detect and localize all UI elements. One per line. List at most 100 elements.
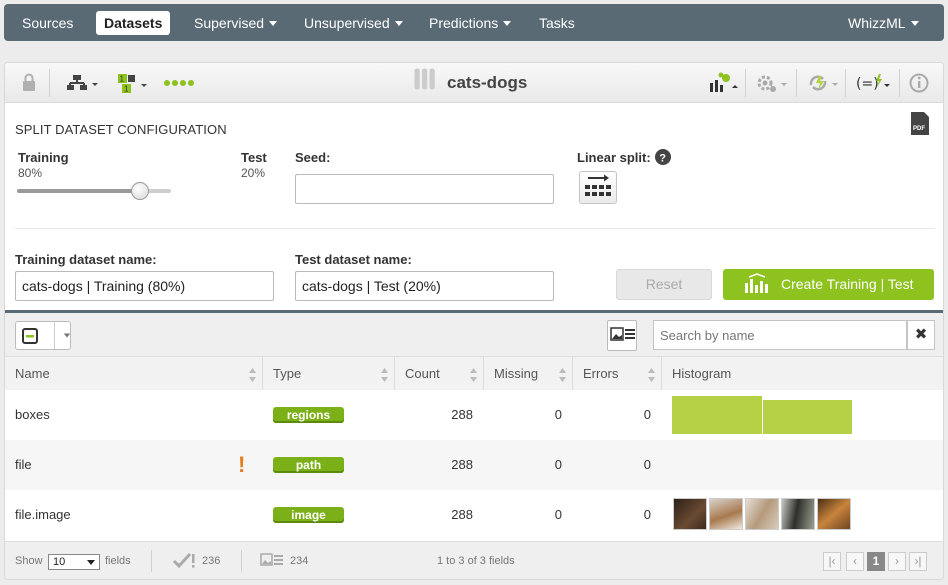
field-type-icon — [22, 328, 38, 344]
field-type-badge: path — [273, 457, 344, 473]
image-thumbnail[interactable] — [781, 498, 815, 530]
field-errors: 0 — [643, 507, 651, 522]
training-label: Training — [18, 150, 69, 165]
test-name-input[interactable] — [295, 271, 554, 301]
field-type-badge: regions — [273, 407, 344, 423]
nav-predictions[interactable]: Predictions — [421, 11, 519, 35]
image-thumbnail[interactable] — [673, 498, 707, 530]
chevron-down-icon — [394, 21, 403, 26]
nav-unsupervised[interactable]: Unsupervised — [296, 11, 411, 35]
previous-page-button[interactable]: ‹ — [846, 552, 864, 571]
histogram-bar[interactable] — [763, 400, 852, 434]
svg-text:?: ? — [659, 153, 666, 165]
page-title: cats-dogs — [447, 73, 528, 92]
nav-datasets[interactable]: Datasets — [96, 11, 171, 35]
field-missing: 0 — [554, 407, 562, 422]
field-missing: 0 — [554, 507, 562, 522]
image-thumbnail[interactable] — [709, 498, 743, 530]
chevron-down-icon — [63, 333, 71, 338]
linear-split-icon — [585, 174, 611, 196]
chevron-down-icon — [87, 560, 95, 565]
first-page-icon: |‹ — [828, 554, 836, 568]
search-input[interactable] — [653, 320, 907, 350]
model-tree-icon[interactable] — [65, 71, 101, 95]
nav-whizzml[interactable]: WhizzML — [840, 11, 927, 35]
svg-text:PDF: PDF — [913, 126, 925, 132]
field-missing: 0 — [554, 457, 562, 472]
footer-divider — [151, 550, 152, 572]
grid-toolbar: ✖ — [5, 313, 943, 357]
next-page-button[interactable]: › — [888, 552, 906, 571]
model-chart-icon[interactable] — [707, 71, 741, 95]
create-button-label: Create Training | Test — [781, 276, 914, 292]
first-page-button[interactable]: |‹ — [823, 552, 841, 571]
dataset-panel: 1 1 cats-dogs (=) SPLIT DATASET CONFIGUR… — [4, 62, 944, 580]
pdf-icon[interactable]: PDF — [909, 112, 931, 136]
nav-supervised[interactable]: Supervised — [186, 11, 285, 35]
info-icon[interactable] — [909, 71, 931, 95]
fields-label: fields — [105, 555, 131, 567]
image-thumbnail[interactable] — [745, 498, 779, 530]
training-percentage: 80% — [18, 166, 43, 180]
section-title: SPLIT DATASET CONFIGURATION — [15, 122, 227, 137]
top-nav: Sources Datasets Supervised Unsupervised… — [4, 4, 944, 41]
linear-split-label: Linear split: — [577, 150, 651, 165]
show-label: Show — [15, 555, 43, 567]
split-slider-handle[interactable] — [131, 182, 150, 200]
reset-button[interactable]: Reset — [616, 269, 712, 300]
svg-text:1: 1 — [120, 75, 125, 84]
sync-lightning-icon[interactable] — [805, 71, 841, 95]
page-size-select[interactable]: 10 — [48, 554, 100, 570]
configure-fields-icon[interactable]: 1 1 — [115, 71, 151, 95]
warning-icon[interactable]: ! — [238, 454, 245, 476]
dataset-icon — [414, 68, 435, 90]
help-icon[interactable]: ? — [655, 149, 671, 165]
nav-sources[interactable]: Sources — [14, 11, 81, 35]
field-count: 288 — [451, 457, 473, 472]
table-row[interactable]: file.image image 288 0 0 — [5, 490, 943, 540]
test-percentage: 20% — [241, 166, 266, 180]
image-fields-count: 234 — [290, 555, 309, 567]
column-header-type[interactable]: Type — [263, 357, 395, 391]
column-header-label: Count — [405, 366, 440, 381]
column-header-label: Name — [15, 366, 50, 381]
field-name: file — [15, 457, 32, 472]
current-page-button[interactable]: 1 — [867, 552, 885, 571]
last-page-button[interactable]: ›| — [909, 552, 927, 571]
nav-supervised-label: Supervised — [194, 15, 265, 31]
field-name: file.image — [15, 507, 71, 522]
column-header-count[interactable]: Count — [395, 357, 484, 391]
column-header-errors[interactable]: Errors — [573, 357, 662, 391]
image-thumbnail[interactable] — [817, 498, 851, 530]
table-row[interactable]: file ! path 288 0 0 — [5, 440, 943, 490]
chevron-right-icon: › — [895, 554, 899, 568]
image-view-toggle[interactable] — [607, 320, 637, 351]
nav-tasks[interactable]: Tasks — [531, 11, 583, 35]
chevron-left-icon: ‹ — [853, 554, 857, 568]
page-size-value: 10 — [53, 556, 66, 568]
sort-icon — [249, 368, 256, 382]
seed-label: Seed: — [295, 150, 331, 165]
formula-icon[interactable]: (=) — [855, 71, 891, 95]
close-icon: ✖ — [914, 326, 928, 343]
column-header-label: Type — [273, 366, 302, 381]
field-filter-select[interactable] — [15, 321, 71, 350]
column-header-name[interactable]: Name — [5, 357, 263, 391]
seed-input[interactable] — [295, 174, 554, 204]
sort-icon — [648, 368, 655, 382]
lock-icon[interactable] — [21, 71, 37, 95]
training-name-label: Training dataset name: — [15, 252, 157, 267]
column-header-missing[interactable]: Missing — [484, 357, 573, 391]
field-type-badge: image — [273, 507, 344, 523]
image-list-icon — [610, 327, 635, 341]
create-training-test-button[interactable]: Create Training | Test — [723, 269, 934, 300]
gear-icon[interactable] — [755, 71, 789, 95]
linear-split-toggle[interactable] — [579, 171, 617, 204]
resource-toolbar: 1 1 cats-dogs (=) — [5, 63, 943, 103]
training-name-input[interactable] — [15, 271, 274, 301]
column-header-label: Errors — [583, 366, 619, 381]
histogram-bar[interactable] — [672, 396, 762, 434]
select-divider — [54, 322, 55, 349]
clear-search-button[interactable]: ✖ — [907, 320, 935, 350]
table-row[interactable]: boxes regions 288 0 0 — [5, 390, 943, 440]
